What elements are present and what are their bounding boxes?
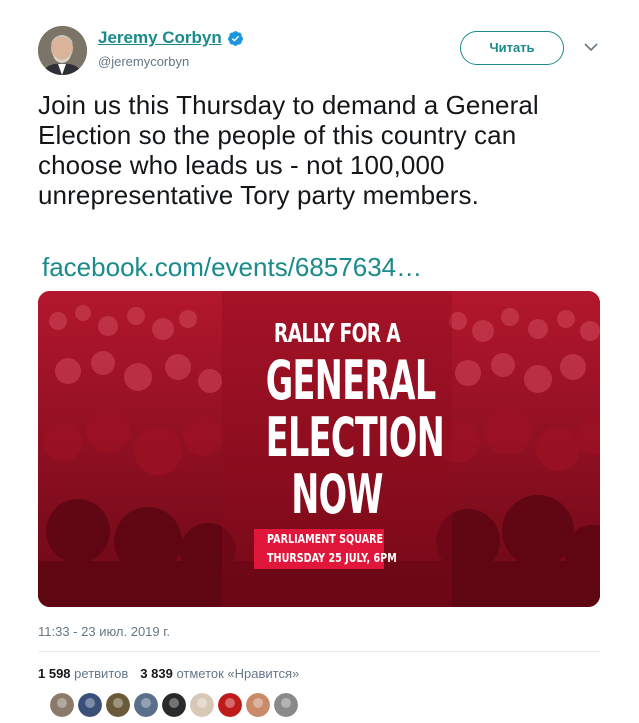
- tweet-media-image[interactable]: RALLY FOR A GENERAL ELECTION NOW PARLIAM…: [38, 291, 600, 607]
- event-date: THURSDAY 25 JULY, 6PM: [267, 551, 397, 565]
- retweets-count: 1 598: [38, 666, 71, 681]
- poster-line-1: RALLY FOR A: [273, 319, 401, 349]
- poster-line-4: NOW: [291, 463, 383, 526]
- tweet-stats: 1 598 ретвитов 3 839 отметок «Нравится»: [38, 666, 299, 681]
- verified-badge-icon: [227, 30, 243, 46]
- name-row: Jeremy Corbyn: [98, 28, 244, 48]
- follow-button[interactable]: Читать: [460, 31, 564, 65]
- divider: [38, 651, 600, 652]
- tweet-text: Join us this Thursday to demand a Genera…: [38, 90, 539, 210]
- liker-avatar[interactable]: [218, 693, 242, 717]
- display-name[interactable]: Jeremy Corbyn: [98, 28, 222, 48]
- liker-avatar[interactable]: [274, 693, 298, 717]
- likes-label: отметок «Нравится»: [176, 666, 300, 681]
- liker-avatar[interactable]: [134, 693, 158, 717]
- likes-stat[interactable]: 3 839 отметок «Нравится»: [140, 666, 299, 681]
- chevron-down-icon[interactable]: [582, 38, 600, 56]
- likers-avatars: [50, 693, 298, 717]
- rally-poster: RALLY FOR A GENERAL ELECTION NOW PARLIAM…: [222, 291, 452, 607]
- retweets-stat[interactable]: 1 598 ретвитов: [38, 666, 128, 681]
- user-handle[interactable]: @jeremycorbyn: [98, 54, 189, 69]
- tweet-header: Jeremy Corbyn @jeremycorbyn Читать: [38, 24, 608, 76]
- tweet-timestamp[interactable]: 11:33 - 23 июл. 2019 г.: [38, 624, 170, 639]
- poster-line-3: ELECTION: [265, 406, 445, 469]
- tweet-link[interactable]: facebook.com/events/6857634…: [42, 252, 422, 283]
- likes-count: 3 839: [140, 666, 173, 681]
- avatar[interactable]: [38, 26, 87, 75]
- poster-line-2: GENERAL: [265, 349, 437, 412]
- liker-avatar[interactable]: [190, 693, 214, 717]
- liker-avatar[interactable]: [106, 693, 130, 717]
- liker-avatar[interactable]: [162, 693, 186, 717]
- event-location: PARLIAMENT SQUARE: [267, 532, 384, 546]
- event-details-box: PARLIAMENT SQUARE THURSDAY 25 JULY, 6PM: [254, 529, 397, 569]
- liker-avatar[interactable]: [78, 693, 102, 717]
- retweets-label: ретвитов: [74, 666, 129, 681]
- tweet-card: Jeremy Corbyn @jeremycorbyn Читать Join …: [0, 0, 639, 723]
- liker-avatar[interactable]: [50, 693, 74, 717]
- liker-avatar[interactable]: [246, 693, 270, 717]
